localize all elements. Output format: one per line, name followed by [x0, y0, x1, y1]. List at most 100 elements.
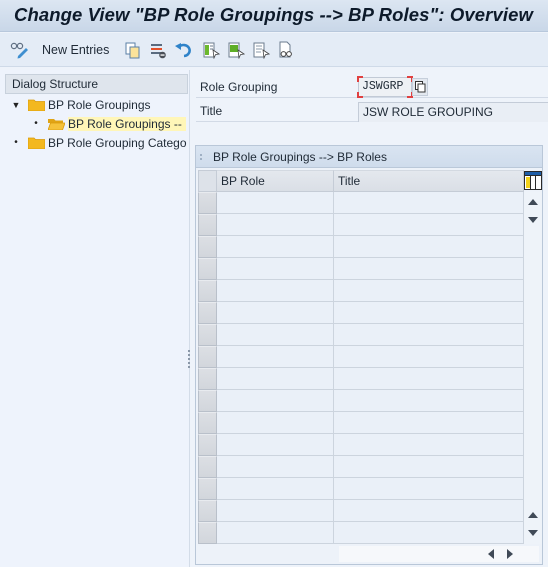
- copy-as-button[interactable]: [124, 40, 142, 60]
- row-selector[interactable]: [198, 390, 217, 412]
- cell-bp-role[interactable]: [217, 456, 334, 478]
- deselect-all-button[interactable]: [252, 40, 270, 60]
- glasses-pencil-icon: [10, 42, 28, 59]
- cell-title[interactable]: [334, 390, 524, 412]
- cell-bp-role[interactable]: [217, 280, 334, 302]
- row-selector[interactable]: [198, 346, 217, 368]
- scroll-down-button-top[interactable]: [528, 216, 538, 224]
- table-settings-icon[interactable]: [524, 171, 542, 190]
- delete-button[interactable]: [149, 40, 167, 60]
- cell-title[interactable]: [334, 346, 524, 368]
- row-selector[interactable]: [198, 456, 217, 478]
- cell-title[interactable]: [334, 478, 524, 500]
- cell-title[interactable]: [334, 368, 524, 390]
- cell-bp-role[interactable]: [217, 258, 334, 280]
- row-selector[interactable]: [198, 522, 217, 544]
- cell-bp-role[interactable]: [217, 368, 334, 390]
- cell-title[interactable]: [334, 236, 524, 258]
- cell-bp-role[interactable]: [217, 302, 334, 324]
- panel-splitter[interactable]: [188, 350, 191, 370]
- row-selector[interactable]: [198, 500, 217, 522]
- undo-change-button[interactable]: [174, 40, 192, 60]
- deselect-all-icon: [253, 42, 270, 59]
- cell-bp-role[interactable]: [217, 434, 334, 456]
- title-bar: Change View "BP Role Groupings --> BP Ro…: [0, 0, 548, 32]
- table-row: [198, 390, 524, 412]
- scroll-up-button-bottom[interactable]: [528, 511, 538, 519]
- row-selector[interactable]: [198, 302, 217, 324]
- tree-node-label: BP Role Grouping Catego: [48, 135, 187, 150]
- table-row: [198, 456, 524, 478]
- folder-icon: [28, 137, 45, 149]
- triangle-up-icon: [528, 199, 538, 205]
- row-selector[interactable]: [198, 434, 217, 456]
- table-row: [198, 522, 524, 544]
- scroll-down-button[interactable]: [528, 529, 538, 537]
- row-selector[interactable]: [198, 478, 217, 500]
- cell-title[interactable]: [334, 500, 524, 522]
- table-row: [198, 346, 524, 368]
- scroll-right-button[interactable]: [505, 549, 515, 559]
- cell-bp-role[interactable]: [217, 522, 334, 544]
- row-selector[interactable]: [198, 258, 217, 280]
- table-row: [198, 280, 524, 302]
- display-change-button[interactable]: [10, 40, 30, 60]
- select-block-button[interactable]: [227, 40, 245, 60]
- cell-title[interactable]: [334, 280, 524, 302]
- select-all-button[interactable]: [202, 40, 220, 60]
- table-caption: BP Role Groupings --> BP Roles: [213, 150, 387, 164]
- column-header-bp-role[interactable]: BP Role: [217, 170, 334, 192]
- select-all-rows-cell[interactable]: [198, 170, 217, 192]
- select-all-icon: [203, 42, 220, 59]
- cell-title[interactable]: [334, 302, 524, 324]
- cell-title[interactable]: [334, 412, 524, 434]
- cell-title[interactable]: [334, 192, 524, 214]
- copy-value-button[interactable]: [412, 78, 428, 96]
- row-selector[interactable]: [198, 324, 217, 346]
- role-grouping-field[interactable]: JSWGRP: [357, 76, 413, 98]
- table-control: BP Role Groupings --> BP Roles BP Role T…: [195, 145, 543, 565]
- row-selector[interactable]: [198, 214, 217, 236]
- cell-bp-role[interactable]: [217, 500, 334, 522]
- undo-icon: [174, 42, 191, 57]
- cell-bp-role[interactable]: [217, 236, 334, 258]
- new-entries-button[interactable]: New Entries: [42, 40, 109, 60]
- cell-title[interactable]: [334, 214, 524, 236]
- cell-title[interactable]: [334, 522, 524, 544]
- table-row: [198, 302, 524, 324]
- cell-title[interactable]: [334, 456, 524, 478]
- vertical-scrollbar[interactable]: [524, 192, 542, 544]
- row-selector[interactable]: [198, 412, 217, 434]
- cell-bp-role[interactable]: [217, 390, 334, 412]
- column-header-title[interactable]: Title: [334, 170, 524, 192]
- tree-node-bp-role-grouping-categories[interactable]: • BP Role Grouping Catego: [10, 133, 187, 152]
- row-selector[interactable]: [198, 192, 217, 214]
- scroll-left-button[interactable]: [486, 549, 496, 559]
- dialog-structure-header: Dialog Structure: [5, 74, 188, 94]
- tree-node-bp-role-groupings[interactable]: ▼ BP Role Groupings: [10, 95, 151, 114]
- cell-title[interactable]: [334, 324, 524, 346]
- cell-bp-role[interactable]: [217, 324, 334, 346]
- table-row: [198, 258, 524, 280]
- cell-bp-role[interactable]: [217, 478, 334, 500]
- cell-bp-role[interactable]: [217, 192, 334, 214]
- print-field-help-button[interactable]: [277, 40, 295, 60]
- copy-icon: [125, 42, 140, 58]
- leaf-bullet-icon: •: [34, 118, 38, 129]
- table-row: [198, 478, 524, 500]
- table-row: [198, 368, 524, 390]
- row-selector[interactable]: [198, 368, 217, 390]
- cell-title[interactable]: [334, 434, 524, 456]
- expand-arrow-icon[interactable]: ▼: [10, 100, 22, 110]
- row-selector[interactable]: [198, 280, 217, 302]
- cell-bp-role[interactable]: [217, 214, 334, 236]
- row-selector[interactable]: [198, 236, 217, 258]
- cell-bp-role[interactable]: [217, 412, 334, 434]
- title-label: Title: [200, 104, 223, 118]
- cell-bp-role[interactable]: [217, 346, 334, 368]
- triangle-up-icon: [528, 512, 538, 518]
- horizontal-scrollbar[interactable]: [339, 546, 539, 562]
- scroll-up-button[interactable]: [528, 198, 538, 206]
- cell-title[interactable]: [334, 258, 524, 280]
- tree-node-bp-roles[interactable]: • BP Role Groupings --: [30, 114, 186, 133]
